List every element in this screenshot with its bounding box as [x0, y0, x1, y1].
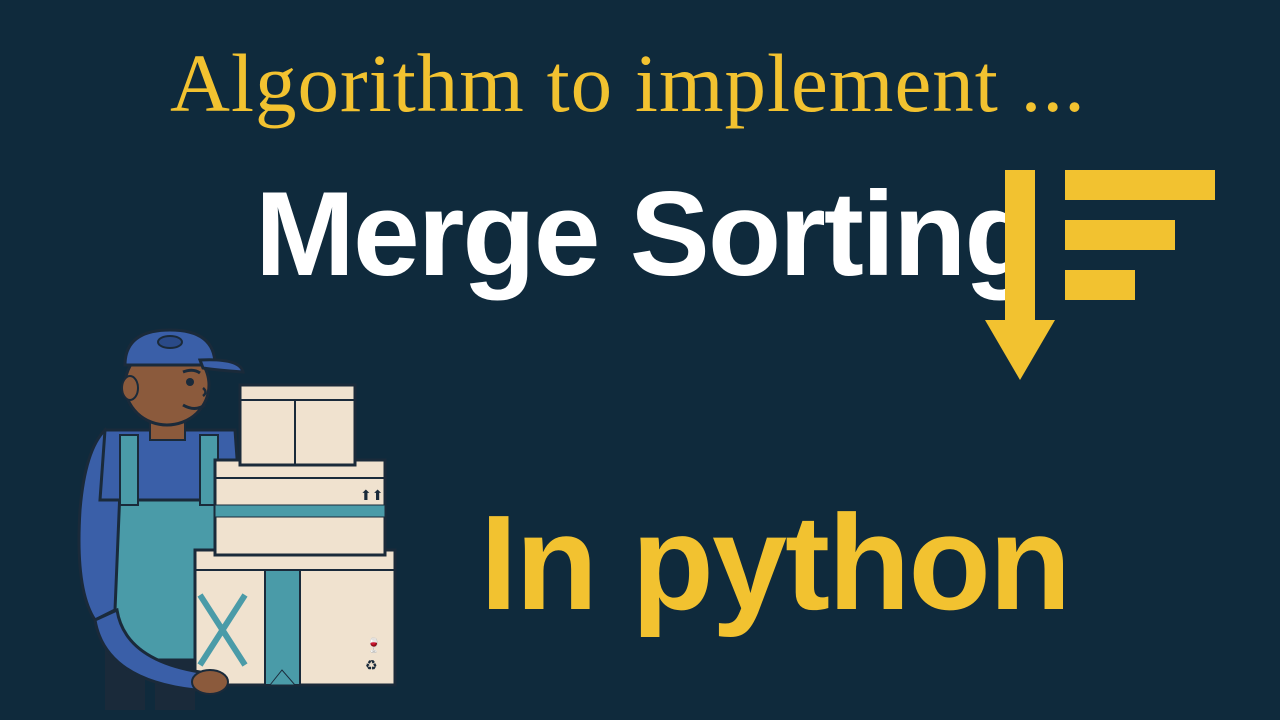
main-title: Merge Sorting [255, 165, 1036, 303]
sort-descending-icon [985, 160, 1215, 390]
svg-text:♻: ♻ [365, 657, 378, 673]
svg-text:🍷: 🍷 [365, 637, 382, 654]
delivery-person-illustration: ♻ 🍷 ⬆⬆ [45, 310, 415, 710]
script-heading: Algorithm to implement ... [170, 35, 1086, 131]
svg-text:⬆⬆: ⬆⬆ [360, 487, 383, 503]
sub-title: In python [480, 485, 1069, 640]
